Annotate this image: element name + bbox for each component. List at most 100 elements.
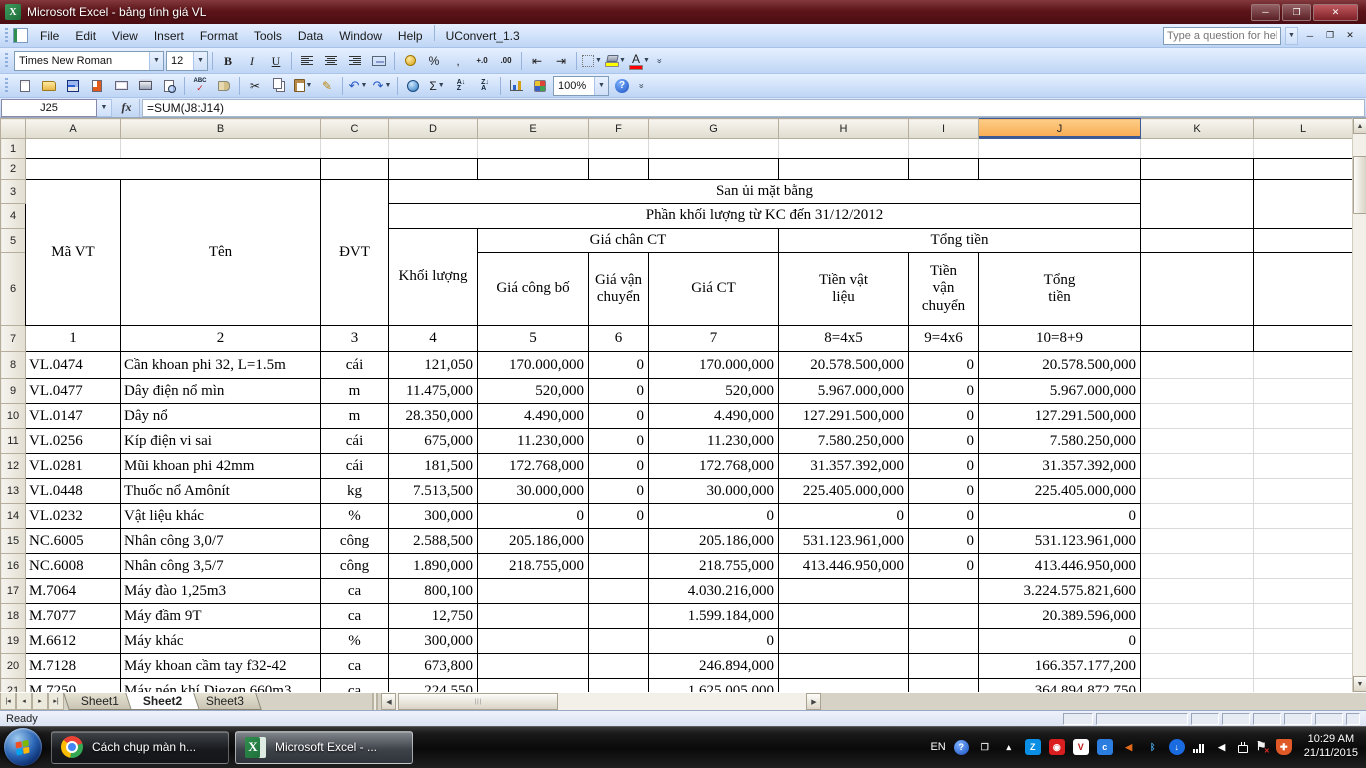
excel-taskbar-button[interactable]: X Microsoft Excel - ... (235, 731, 413, 764)
cell[interactable]: 4.490,000 (478, 404, 589, 429)
cell[interactable]: ĐVT (321, 180, 389, 326)
menu-uconvert-1-3[interactable]: UConvert_1.3 (438, 25, 528, 47)
row-header-18[interactable]: 18 (1, 604, 26, 629)
row-header-8[interactable]: 8 (1, 352, 26, 379)
cell[interactable] (1254, 139, 1353, 159)
cell[interactable]: Khối lượng (389, 229, 478, 326)
cell[interactable] (589, 679, 649, 693)
row-header-17[interactable]: 17 (1, 579, 26, 604)
cell[interactable]: 172.768,000 (649, 454, 779, 479)
column-header-D[interactable]: D (389, 119, 478, 139)
save-button[interactable] (62, 76, 84, 96)
cell[interactable] (779, 139, 909, 159)
cell[interactable]: 531.123.961,000 (979, 529, 1141, 554)
cell[interactable] (909, 139, 979, 159)
cell[interactable]: 7.513,500 (389, 479, 478, 504)
cell[interactable]: 205.186,000 (649, 529, 779, 554)
percent-button[interactable]: % (423, 51, 445, 71)
cell[interactable] (1254, 404, 1353, 429)
cell[interactable] (1141, 554, 1254, 579)
cell[interactable] (478, 159, 589, 180)
row-header-3[interactable]: 3 (1, 180, 26, 204)
cell[interactable]: 0 (649, 629, 779, 654)
cell[interactable]: NC.6005 (26, 529, 121, 554)
cell[interactable]: 531.123.961,000 (779, 529, 909, 554)
cell[interactable] (909, 679, 979, 693)
cell[interactable] (589, 579, 649, 604)
cell[interactable]: 1 (26, 326, 121, 352)
cell[interactable]: 413.446.950,000 (979, 554, 1141, 579)
volume-orange-tray-icon[interactable]: ◀ (1121, 739, 1137, 755)
cell[interactable] (1141, 253, 1254, 326)
cell[interactable]: % (321, 629, 389, 654)
cell[interactable]: VL.0281 (26, 454, 121, 479)
horizontal-scrollbar[interactable]: ||| (396, 693, 806, 710)
browser-app-tray-icon[interactable]: c (1097, 739, 1113, 755)
show-hidden-icons-arrow[interactable]: ▴ (1001, 739, 1017, 755)
security-shield-icon[interactable]: ✚ (1276, 739, 1292, 755)
menu-file[interactable]: File (32, 25, 67, 47)
cell[interactable]: Mã VT (26, 180, 121, 326)
row-header-7[interactable]: 7 (1, 326, 26, 352)
cell[interactable]: 9=4x6 (909, 326, 979, 352)
cell[interactable] (1254, 529, 1353, 554)
italic-button[interactable]: I (241, 51, 263, 71)
cell[interactable]: 224,550 (389, 679, 478, 693)
cell[interactable] (321, 139, 389, 159)
language-indicator[interactable]: EN (930, 741, 945, 753)
cell[interactable]: 30.000,000 (649, 479, 779, 504)
column-header-I[interactable]: I (909, 119, 979, 139)
chevron-down-icon[interactable]: ▼ (360, 82, 367, 89)
cell[interactable]: 5.967.000,000 (979, 379, 1141, 404)
cell[interactable]: 12,750 (389, 604, 478, 629)
chevron-down-icon[interactable]: ▼ (384, 82, 391, 89)
cell[interactable]: 11.475,000 (389, 379, 478, 404)
cell[interactable]: Giá công bố (478, 253, 589, 326)
cell[interactable] (979, 139, 1141, 159)
cell[interactable] (909, 629, 979, 654)
cell[interactable] (909, 604, 979, 629)
cell[interactable]: Mũi khoan phi 42mm (121, 454, 321, 479)
cell[interactable]: VL.0477 (26, 379, 121, 404)
undo-button[interactable]: ↶▼ (347, 76, 369, 96)
cell[interactable] (1254, 379, 1353, 404)
first-sheet-button[interactable]: |◂ (0, 693, 16, 710)
cell[interactable] (478, 679, 589, 693)
vertical-scroll-thumb[interactable] (1353, 156, 1366, 214)
cell[interactable]: 1.599.184,000 (649, 604, 779, 629)
cell[interactable] (779, 159, 909, 180)
scroll-right-button[interactable]: ▶ (806, 693, 821, 710)
cell[interactable]: 0 (478, 504, 589, 529)
tab-sheet2[interactable]: Sheet2 (125, 693, 200, 710)
redo-button[interactable]: ↷▼ (371, 76, 393, 96)
cell[interactable] (1141, 579, 1254, 604)
bold-button[interactable]: B (217, 51, 239, 71)
cell[interactable]: 520,000 (478, 379, 589, 404)
cell[interactable] (979, 159, 1141, 180)
cell[interactable] (909, 579, 979, 604)
display-tray-icon[interactable]: ❐ (977, 739, 993, 755)
maximize-button[interactable]: ❐ (1282, 4, 1311, 21)
red-app-tray-icon[interactable]: ◉ (1049, 739, 1065, 755)
cell[interactable]: 0 (589, 429, 649, 454)
cell[interactable] (1141, 629, 1254, 654)
cell[interactable] (321, 159, 389, 180)
workbook-close-button[interactable]: ✕ (1342, 28, 1358, 43)
row-header-10[interactable]: 10 (1, 404, 26, 429)
drawing-button[interactable] (529, 76, 551, 96)
tab-split-handle[interactable] (372, 693, 378, 710)
cell[interactable]: 7 (649, 326, 779, 352)
cell[interactable]: Nhân công 3,0/7 (121, 529, 321, 554)
idm-app-tray-icon[interactable]: ↓ (1169, 739, 1185, 755)
cell[interactable] (779, 629, 909, 654)
cell[interactable] (478, 139, 589, 159)
cell[interactable]: 4 (389, 326, 478, 352)
cell[interactable]: Phần khối lượng từ KC đến 31/12/2012 (389, 204, 1141, 229)
row-header-12[interactable]: 12 (1, 454, 26, 479)
align-left-button[interactable] (296, 51, 318, 71)
toolbar-grip[interactable] (5, 78, 8, 94)
help-question-input[interactable] (1163, 27, 1281, 45)
horizontal-scroll-thumb[interactable]: ||| (398, 693, 558, 710)
row-header-14[interactable]: 14 (1, 504, 26, 529)
cell[interactable] (1141, 326, 1254, 352)
